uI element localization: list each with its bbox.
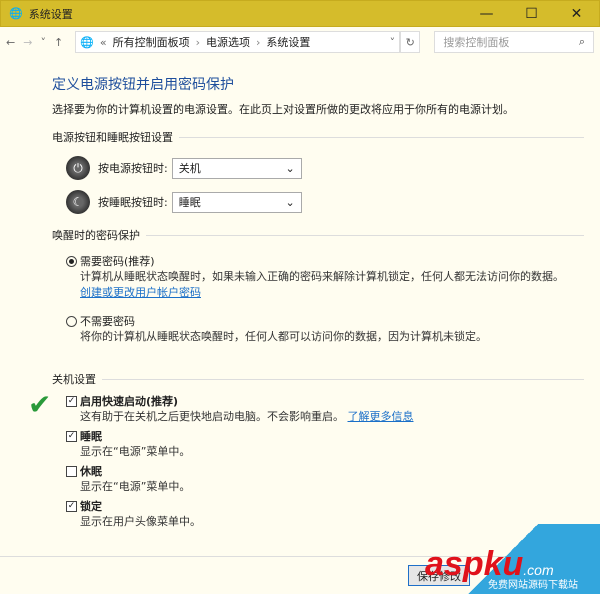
minimize-button[interactable]: —: [464, 1, 509, 27]
navigation-bar: ← → ˅ ↑ 🌐 « 所有控制面板项 › 电源选项 › 系统设置 ˅ ↻ 搜索…: [0, 27, 600, 57]
up-button[interactable]: ↑: [54, 36, 63, 49]
breadcrumb-item[interactable]: 所有控制面板项: [113, 34, 190, 50]
sleep-checkbox[interactable]: ✓ 睡眠: [66, 428, 600, 444]
breadcrumb-overflow[interactable]: «: [100, 36, 107, 49]
control-panel-icon: 🌐: [9, 7, 23, 20]
window-title: 系统设置: [28, 7, 73, 21]
checkbox-label[interactable]: 睡眠: [80, 428, 102, 444]
option-description: 显示在“电源”菜单中。: [80, 480, 191, 493]
breadcrumb-item[interactable]: 系统设置: [266, 34, 310, 50]
sleep-button-label: 按睡眠按钮时:: [98, 196, 168, 209]
checkbox-label[interactable]: 休眠: [80, 463, 102, 479]
power-icon: ⏻: [66, 156, 90, 180]
address-bar[interactable]: 🌐 « 所有控制面板项 › 电源选项 › 系统设置 ˅: [75, 31, 401, 53]
checkbox-unchecked[interactable]: [66, 465, 77, 477]
chevron-down-icon: ⌄: [285, 161, 295, 175]
option-description: 计算机从睡眠状态唤醒时，如果未输入正确的密码来解除计算机锁定，任何人都无法访问你…: [80, 270, 564, 283]
fast-startup-checkbox[interactable]: ✓ 启用快速启动(推荐): [66, 393, 600, 409]
option-description: 将你的计算机从睡眠状态唤醒时，任何人都可以访问你的数据，因为计算机未锁定。: [80, 330, 487, 343]
group-label: 电源按钮和睡眠按钮设置: [52, 131, 173, 144]
option-description: 显示在“电源”菜单中。: [80, 445, 191, 458]
checkbox-checked[interactable]: ✓: [66, 500, 77, 512]
address-dropdown[interactable]: ˅: [390, 36, 396, 49]
checkbox-label[interactable]: 锁定: [80, 498, 102, 514]
chevron-down-icon: ⌄: [285, 195, 295, 209]
checkbox-label[interactable]: 启用快速启动(推荐): [80, 393, 178, 409]
radio-selected[interactable]: [66, 255, 77, 267]
back-button[interactable]: ←: [6, 36, 15, 49]
learn-more-link[interactable]: 了解更多信息: [348, 410, 414, 423]
breadcrumb-separator[interactable]: ›: [196, 36, 200, 49]
require-password-radio[interactable]: 需要密码(推荐): [66, 253, 600, 269]
breadcrumb-separator[interactable]: ›: [256, 36, 260, 49]
power-button-select[interactable]: 关机 ⌄: [171, 157, 302, 179]
maximize-button[interactable]: ☐: [509, 1, 554, 27]
page-title: 定义电源按钮并启用密码保护: [52, 77, 234, 93]
watermark-slogan: 免费网站源码下载站: [488, 580, 578, 591]
divider: [179, 136, 584, 138]
change-password-link[interactable]: 创建或更改用户帐户密码: [80, 286, 201, 299]
close-button[interactable]: ✕: [554, 1, 599, 27]
breadcrumb-item[interactable]: 电源选项: [206, 34, 250, 50]
sleep-icon: ☾: [66, 190, 90, 214]
group-label: 关机设置: [52, 373, 96, 386]
no-password-radio[interactable]: 不需要密码: [66, 313, 600, 329]
divider: [146, 234, 584, 236]
search-icon[interactable]: ⌕: [579, 35, 585, 49]
control-panel-icon: 🌐: [80, 35, 94, 49]
hibernate-checkbox[interactable]: 休眠: [66, 463, 600, 479]
forward-button[interactable]: →: [23, 36, 32, 49]
divider: [102, 378, 584, 380]
radio-unselected[interactable]: [66, 315, 77, 327]
search-input[interactable]: 搜索控制面板 ⌕: [434, 31, 594, 53]
group-label: 唤醒时的密码保护: [52, 229, 140, 242]
select-value: 关机: [178, 162, 201, 175]
green-checkmark-icon: ✔: [28, 388, 52, 421]
title-bar: 🌐 系统设置 — ☐ ✕: [0, 0, 600, 27]
radio-label[interactable]: 不需要密码: [80, 313, 135, 329]
power-button-label: 按电源按钮时:: [98, 162, 168, 175]
refresh-button[interactable]: ↻: [400, 31, 421, 53]
checkbox-checked[interactable]: ✓: [66, 430, 77, 442]
checkbox-checked[interactable]: ✓: [66, 395, 77, 407]
select-value: 睡眠: [178, 196, 201, 209]
radio-label[interactable]: 需要密码(推荐): [80, 253, 155, 269]
recent-locations-button[interactable]: ˅: [40, 36, 46, 49]
sleep-button-select[interactable]: 睡眠 ⌄: [171, 191, 302, 213]
search-placeholder: 搜索控制面板: [443, 36, 510, 49]
option-description: 这有助于在关机之后更快地启动电脑。不会影响重启。: [80, 410, 344, 423]
page-subtitle: 选择要为你的计算机设置的电源设置。在此页上对设置所做的更改将应用于你所有的电源计…: [52, 103, 514, 116]
lock-checkbox[interactable]: ✓ 锁定: [66, 498, 600, 514]
